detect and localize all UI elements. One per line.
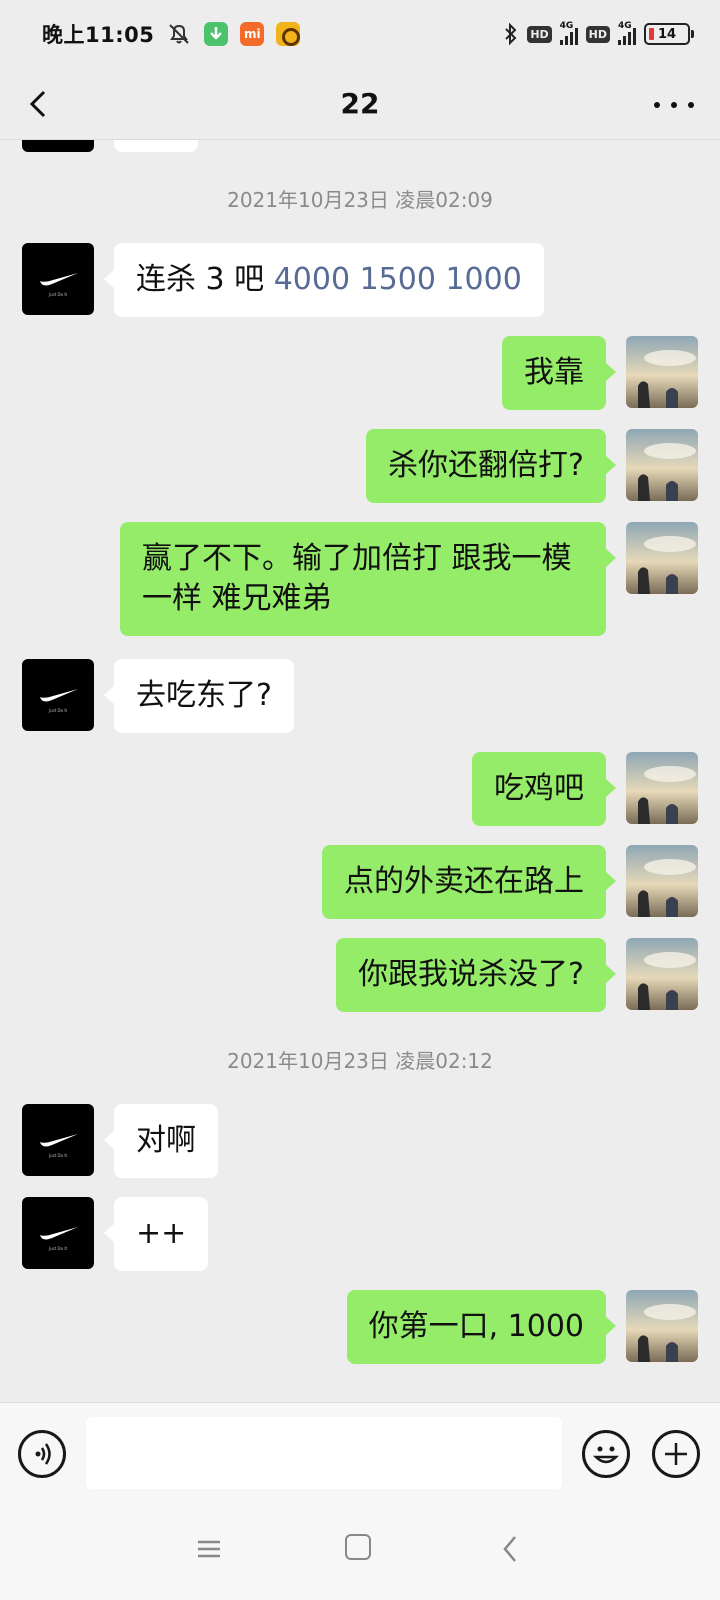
message-list[interactable]: 2021年10月23日 凌晨02:09 Just Do It 连杀 3 吧 40…: [0, 140, 720, 1402]
contact-avatar[interactable]: Just Do It: [22, 1197, 94, 1269]
home-icon[interactable]: [345, 1534, 371, 1560]
avatar-peek: [22, 140, 94, 152]
sky-photo-avatar: [626, 845, 698, 917]
message-text: 点的外卖还在路上: [344, 864, 584, 899]
network-type: 4G: [559, 21, 574, 31]
plus-icon[interactable]: [652, 1430, 700, 1478]
back-arrow-icon[interactable]: [18, 82, 62, 126]
timestamp: 2021年10月23日 凌晨02:09: [227, 188, 493, 212]
message-text: 你第一口, 1000: [368, 1309, 584, 1344]
message-text: 连杀 3 吧: [136, 262, 274, 297]
status-time: 晚上11:05: [42, 23, 155, 47]
signal-icon-2: 4G: [618, 21, 636, 45]
my-avatar[interactable]: [626, 1290, 698, 1362]
input-bar: [0, 1402, 720, 1504]
message-text: ++: [136, 1216, 187, 1251]
signal-icon: 4G: [559, 21, 578, 45]
message-text: 去吃东了?: [136, 678, 272, 713]
message-text: 对啊: [136, 1123, 196, 1158]
sky-photo-avatar: [626, 522, 698, 594]
message-text: 你跟我说杀没了?: [358, 957, 584, 992]
message-bubble[interactable]: 点的外卖还在路上: [322, 845, 616, 919]
message-link[interactable]: 4000 1500 1000: [274, 262, 522, 297]
battery-icon: 14: [644, 23, 694, 45]
bubble-peek: [114, 140, 198, 152]
chat-header: 22: [0, 68, 720, 140]
svg-text:Just Do It: Just Do It: [48, 292, 68, 297]
more-icon[interactable]: [654, 90, 694, 120]
voice-icon[interactable]: [18, 1430, 66, 1478]
status-right: HD 4G HD 4G 14: [503, 21, 694, 46]
contact-avatar[interactable]: Just Do It: [22, 243, 94, 315]
message-bubble[interactable]: 吃鸡吧: [472, 752, 616, 826]
message-bubble[interactable]: 我靠: [502, 336, 616, 410]
bluetooth-icon: [505, 22, 517, 46]
nike-logo-icon: Just Do It: [40, 1227, 78, 1251]
svg-text:Just Do It: Just Do It: [48, 1153, 68, 1158]
hd-badge: HD: [527, 25, 552, 43]
sky-photo-avatar: [626, 429, 698, 501]
my-avatar[interactable]: [626, 429, 698, 501]
message-bubble[interactable]: 去吃东了?: [104, 659, 294, 733]
contact-avatar[interactable]: Just Do It: [22, 659, 94, 731]
recent-apps-icon[interactable]: [196, 1536, 222, 1562]
my-avatar[interactable]: [626, 938, 698, 1010]
message-text: 我靠: [524, 355, 584, 390]
message-bubble[interactable]: 你跟我说杀没了?: [336, 938, 616, 1012]
sky-photo-avatar: [626, 752, 698, 824]
my-avatar[interactable]: [626, 752, 698, 824]
status-left: 晚上11:05 mi: [42, 19, 301, 49]
contact-avatar[interactable]: Just Do It: [22, 1104, 94, 1176]
my-avatar[interactable]: [626, 522, 698, 594]
nike-logo-icon: Just Do It: [40, 1134, 78, 1158]
chat-title: 22: [340, 87, 380, 120]
network-type-2: 4G: [618, 21, 632, 31]
sky-photo-avatar: [626, 938, 698, 1010]
message-text: 杀你还翻倍打?: [388, 448, 584, 483]
nike-logo-icon: Just Do It: [40, 273, 78, 297]
my-avatar[interactable]: [626, 845, 698, 917]
game-app-icon: [276, 22, 301, 46]
timestamp: 2021年10月23日 凌晨02:12: [227, 1049, 493, 1073]
sky-photo-avatar: [626, 1290, 698, 1362]
sky-photo-avatar: [626, 336, 698, 408]
status-bar: 晚上11:05 mi HD 4G HD 4G 14: [0, 0, 720, 68]
emoji-icon[interactable]: [582, 1430, 630, 1478]
message-text: 吃鸡吧: [494, 771, 584, 806]
system-navigation-bar: [0, 1504, 720, 1600]
hd-badge-2: HD: [585, 25, 610, 43]
download-app-icon: [204, 22, 229, 46]
message-text: 赢了不下。输了加倍打 跟我一模一样 难兄难弟: [142, 541, 572, 616]
system-back-icon[interactable]: [498, 1534, 524, 1564]
message-bubble[interactable]: ++: [103, 1197, 209, 1271]
message-input[interactable]: [86, 1417, 562, 1489]
mi-app-icon: mi: [240, 22, 265, 46]
svg-text:Just Do It: Just Do It: [48, 708, 68, 713]
message-bubble[interactable]: 赢了不下。输了加倍打 跟我一模一样 难兄难弟: [120, 522, 616, 636]
message-bubble[interactable]: 杀你还翻倍打?: [366, 429, 616, 503]
svg-text:Just Do It: Just Do It: [48, 1246, 68, 1251]
bell-off-icon: [169, 24, 190, 44]
message-bubble[interactable]: 你第一口, 1000: [346, 1290, 617, 1364]
my-avatar[interactable]: [626, 336, 698, 408]
message-bubble[interactable]: 连杀 3 吧 4000 1500 1000: [104, 243, 544, 317]
nike-logo-icon: Just Do It: [40, 689, 78, 713]
message-bubble[interactable]: 对啊: [104, 1104, 218, 1178]
battery-level: 14: [657, 26, 677, 42]
